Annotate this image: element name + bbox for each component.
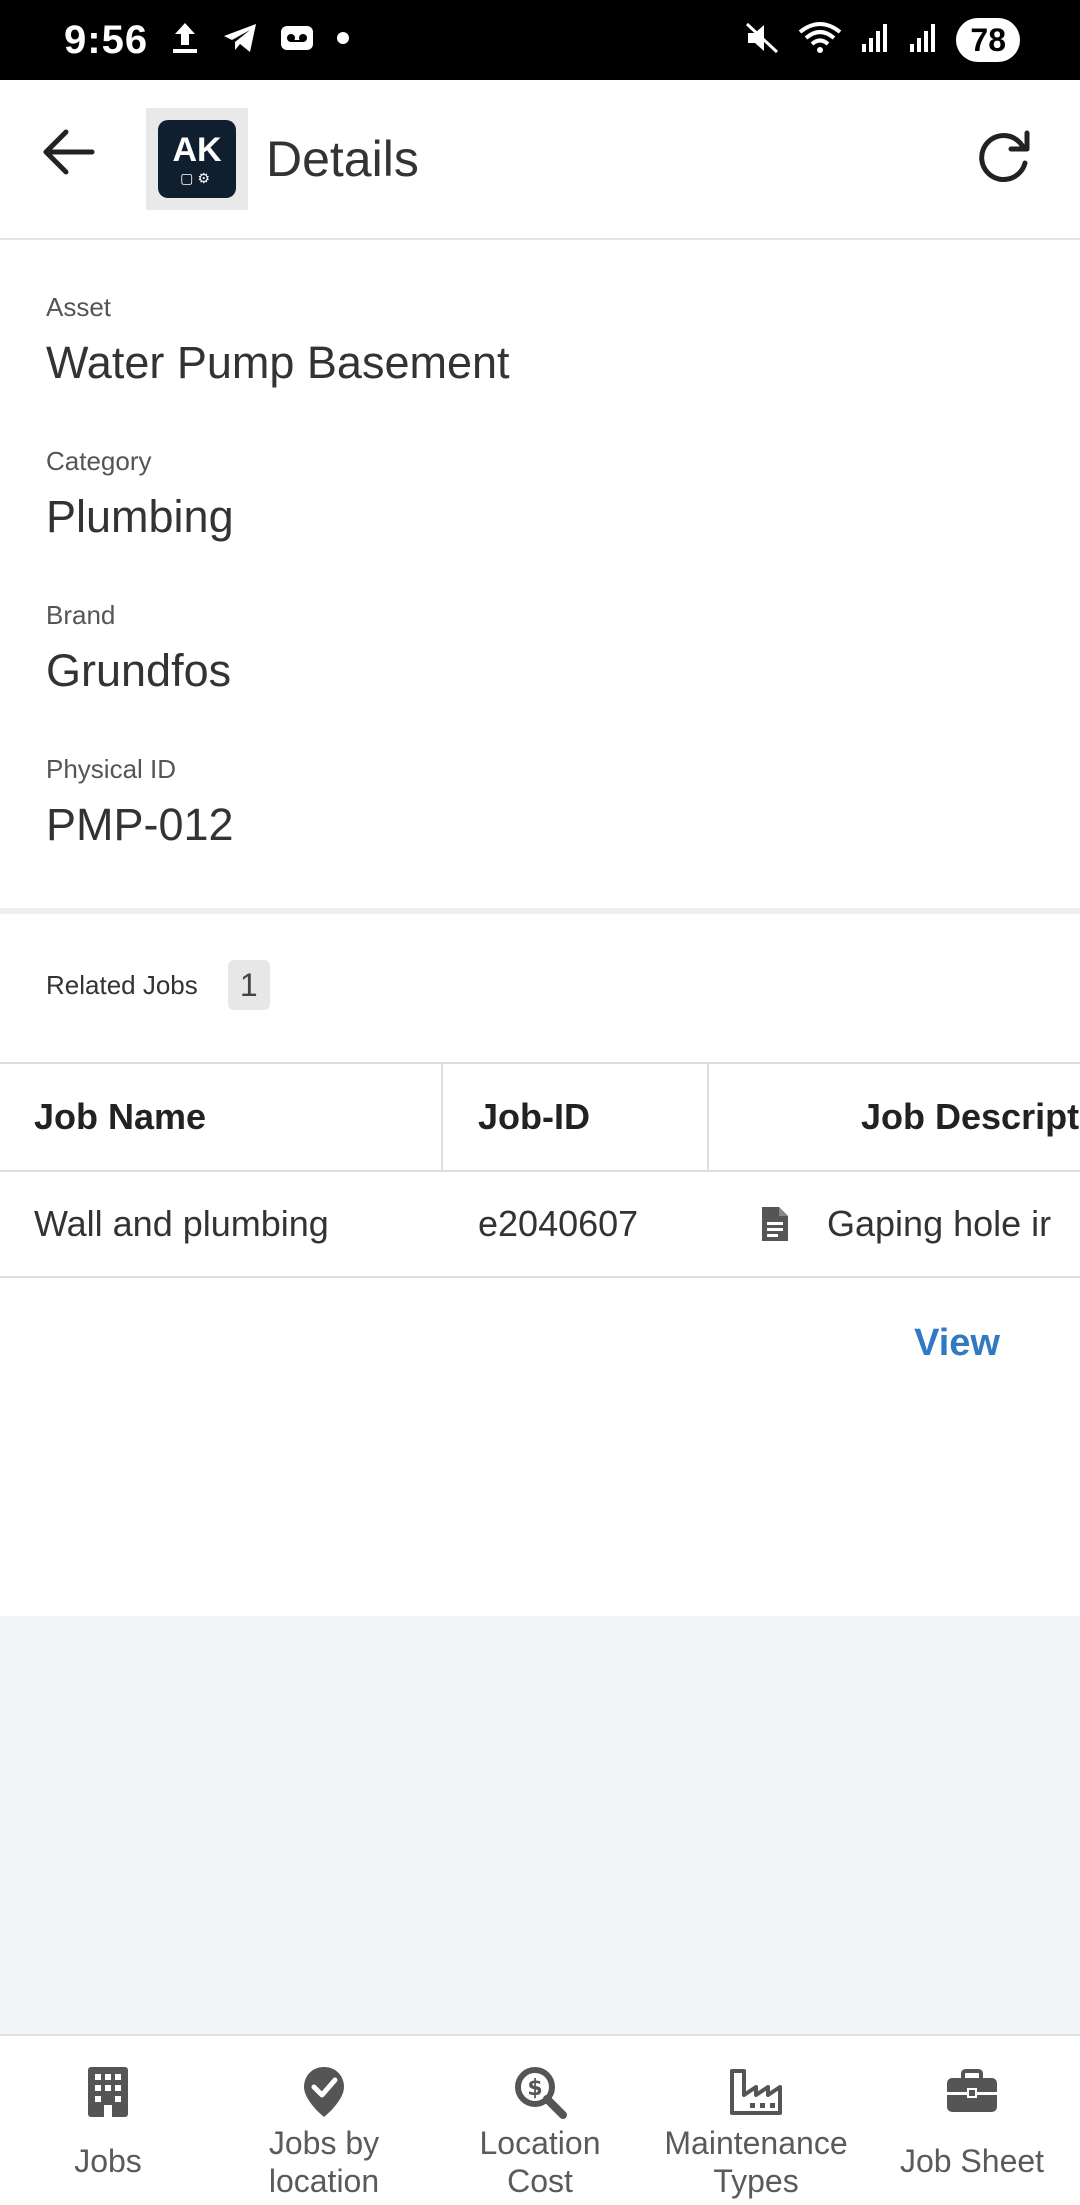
- app-logo-text: AK: [172, 131, 222, 169]
- telegram-icon: [222, 22, 258, 59]
- brand-label: Brand: [46, 600, 116, 630]
- mute-icon: [744, 21, 780, 60]
- nav-item-location-cost[interactable]: $ Location Cost: [432, 2036, 648, 2205]
- upload-icon: [170, 21, 200, 60]
- category-label: Category: [46, 446, 152, 476]
- cell-job-name: Wall and plumbing: [34, 1203, 329, 1244]
- page-title: Details: [266, 131, 419, 187]
- status-time: 9:56: [64, 17, 149, 62]
- column-header-job-id[interactable]: Job-ID: [443, 1064, 709, 1170]
- table-header: Job Name Job-ID Job Descripti: [0, 1064, 1080, 1172]
- nav-item-jobs[interactable]: Jobs: [0, 2036, 216, 2205]
- screen: 9:56 78 AK ▢⚙ Details Asset Water Pump B…: [0, 0, 1080, 2205]
- related-jobs-header: Related Jobs 1: [46, 960, 270, 1010]
- logo-decoration-icon: ▢⚙: [180, 170, 214, 186]
- column-header-job-description[interactable]: Job Descripti: [709, 1064, 1080, 1170]
- back-arrow-icon: [40, 128, 96, 181]
- related-jobs-table: Job Name Job-ID Job Descripti Wall and p…: [0, 1062, 1080, 1278]
- related-jobs-section: Related Jobs 1 Job Name Job-ID Job Descr…: [0, 914, 1080, 1616]
- cell-job-id: e2040607: [478, 1203, 639, 1244]
- refresh-button[interactable]: [968, 122, 1040, 194]
- signal-icon-2: [908, 22, 938, 59]
- asset-value: Water Pump Basement: [46, 337, 510, 388]
- nav-label-jobs: Jobs: [74, 2143, 142, 2179]
- app-logo: AK ▢⚙: [146, 108, 248, 210]
- nav-label-job-sheet: Job Sheet: [899, 2143, 1045, 2179]
- nav-item-job-sheet[interactable]: Job Sheet: [864, 2036, 1080, 2205]
- related-jobs-label: Related Jobs: [46, 969, 198, 1000]
- status-bar: 9:56 78: [0, 0, 1080, 80]
- brand-field: Brand Grundfos: [46, 600, 231, 697]
- search-dollar-icon: $: [513, 2062, 567, 2122]
- voicemail-icon: [280, 23, 314, 58]
- nav-item-jobs-by-location[interactable]: Jobs by location: [216, 2036, 432, 2205]
- brand-value: Grundfos: [46, 645, 232, 696]
- table-row[interactable]: Wall and plumbing e2040607 Gaping hole i…: [0, 1172, 1080, 1278]
- category-value: Plumbing: [46, 491, 234, 542]
- battery-level: 78: [956, 18, 1020, 62]
- building-icon: [86, 2062, 130, 2122]
- dot-icon: [336, 31, 350, 50]
- asset-label: Asset: [46, 292, 112, 322]
- asset-field: Asset Water Pump Basement: [46, 292, 510, 389]
- svg-text:$: $: [527, 2076, 542, 2101]
- nav-label-jobs-by-location: Jobs by location: [268, 2125, 380, 2199]
- physical-id-field: Physical ID PMP-012: [46, 754, 234, 851]
- column-header-job-name[interactable]: Job Name: [0, 1064, 443, 1170]
- back-button[interactable]: [36, 122, 100, 186]
- nav-label-maintenance-types: Maintenance Types: [664, 2125, 848, 2199]
- factory-icon: [728, 2062, 784, 2122]
- nav-item-maintenance-types[interactable]: Maintenance Types: [648, 2036, 864, 2205]
- app-bar: AK ▢⚙ Details: [0, 80, 1080, 240]
- bottom-navigation: Jobs Jobs by location $ Location Cost Ma…: [0, 2034, 1080, 2205]
- physical-id-label: Physical ID: [46, 754, 177, 784]
- asset-details-card: Asset Water Pump Basement Category Plumb…: [0, 240, 1080, 908]
- document-icon[interactable]: [745, 1205, 805, 1243]
- briefcase-icon: [945, 2062, 999, 2122]
- related-jobs-count-badge: 1: [227, 960, 270, 1010]
- category-field: Category Plumbing: [46, 446, 234, 543]
- nav-label-location-cost: Location Cost: [479, 2125, 601, 2199]
- physical-id-value: PMP-012: [46, 799, 234, 850]
- refresh-icon: [973, 125, 1035, 192]
- signal-icon: [860, 22, 890, 59]
- wifi-icon: [798, 20, 842, 61]
- cell-job-description: Gaping hole ir: [709, 1172, 1080, 1276]
- view-button[interactable]: View: [914, 1322, 1000, 1365]
- cell-job-description-text: Gaping hole ir: [827, 1203, 1052, 1244]
- location-check-icon: [302, 2062, 346, 2122]
